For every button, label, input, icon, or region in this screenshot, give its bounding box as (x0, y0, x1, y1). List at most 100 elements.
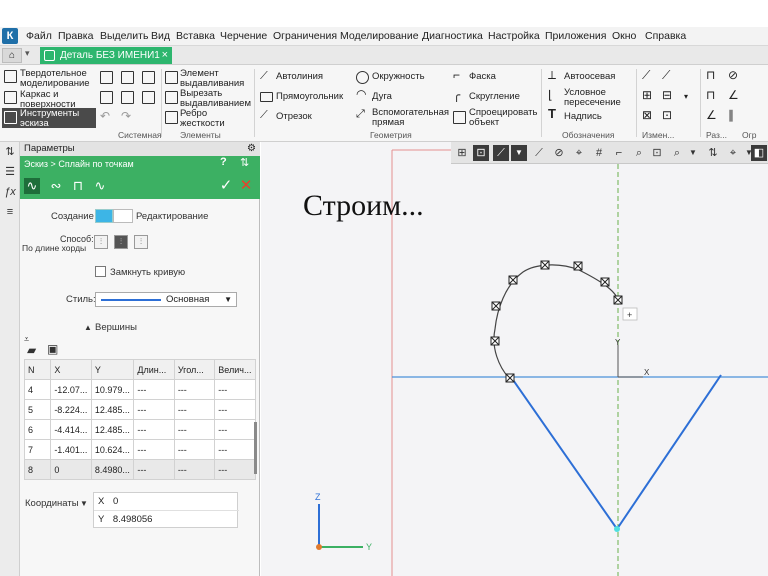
aux-line-button[interactable]: Вспомогательная прямая (372, 108, 449, 128)
close-tab-icon[interactable]: × (162, 47, 168, 64)
cancel-icon[interactable]: ✕ (238, 178, 254, 194)
table-row[interactable]: 7 -1.401... 10.624... --- --- --- (23, 439, 256, 460)
group-annotation-label: Обозначения (562, 130, 615, 140)
nurbs-icon[interactable]: ∿ (92, 178, 108, 194)
menu-constraints[interactable]: Ограничения (273, 30, 337, 42)
coord-x-field[interactable]: X 0 (94, 493, 239, 511)
help-icon[interactable]: ? (220, 156, 227, 168)
fillet-button[interactable]: Скругление (469, 92, 520, 102)
parameters-icon[interactable]: ⇅ (4, 146, 16, 158)
table-row[interactable]: 5 -8.224... 12.485... --- --- --- (23, 399, 256, 420)
creation-toggle[interactable] (95, 209, 113, 223)
spline-poles-icon[interactable]: ∾ (48, 178, 64, 194)
open-icon[interactable] (121, 71, 134, 84)
layers-icon[interactable]: ≡ (4, 206, 16, 218)
tab-dropdown-icon[interactable]: ▾ (25, 48, 30, 59)
menu-modeling[interactable]: Моделирование (340, 30, 419, 42)
segment-icon: ⟋ (260, 109, 268, 121)
table-row-selected[interactable]: 8 0 8.4980... --- --- --- (23, 459, 256, 480)
coord-y-field[interactable]: Y 8.498056 (94, 511, 239, 529)
tree-icon[interactable]: ☰ (4, 166, 16, 178)
menu-select[interactable]: Выделить (100, 30, 148, 42)
constraint-parallel-icon[interactable]: ∥ (728, 109, 734, 121)
menu-diagnostics[interactable]: Диагностика (422, 30, 483, 42)
autoaxis-button[interactable]: Автоосевая (564, 72, 615, 82)
rotate-icon[interactable]: ⊟ (662, 89, 672, 101)
undo-icon[interactable]: ↶ (100, 110, 110, 122)
vertex-point (614, 526, 620, 532)
rectangle-button[interactable]: Прямоугольник (276, 92, 343, 102)
close-curve-checkbox[interactable] (95, 266, 106, 277)
coordinates-dropdown-icon[interactable]: ▼ (80, 499, 88, 508)
menu-settings[interactable]: Настройка (488, 30, 540, 42)
spline-points-icon[interactable]: ∿ (24, 178, 40, 194)
home-icon[interactable]: ⌂ (2, 48, 22, 63)
project-button[interactable]: Спроецировать объект (469, 108, 541, 128)
linear-size-icon[interactable]: ⊓ (706, 69, 715, 81)
coordinates-field: X 0 Y 8.498056 (93, 492, 239, 529)
group-edit-expand-icon[interactable]: ▾ (684, 92, 688, 102)
variables-icon[interactable]: ƒx (4, 186, 16, 198)
coord-x-value: 0 (112, 496, 119, 507)
print-icon[interactable] (100, 91, 113, 104)
save-table-icon[interactable]: ▣ (47, 342, 58, 356)
method-uniform-icon[interactable]: ⫶ (94, 235, 108, 249)
split-icon[interactable]: ⟋ (662, 69, 670, 81)
chamfer-button[interactable]: Фаска (469, 72, 496, 82)
bezier-icon[interactable]: ⊓ (70, 178, 86, 194)
rib-button[interactable]: Ребро жесткости (180, 109, 240, 129)
move-icon[interactable]: ⊞ (642, 89, 652, 101)
circle-button[interactable]: Окружность (372, 72, 425, 82)
extrude-button[interactable]: Элемент выдавливания (180, 69, 250, 89)
collapse-icon[interactable]: ▲ (84, 323, 92, 332)
breadcrumb: Эскиз > Сплайн по точкам (24, 159, 134, 169)
mode-wireframe[interactable]: Каркас и поверхности (20, 90, 80, 110)
paste-icon[interactable] (142, 91, 155, 104)
table-row[interactable]: 6 -4.414... 12.485... --- --- --- (23, 419, 256, 440)
table-scrollbar[interactable] (254, 422, 257, 474)
menu-view[interactable]: Вид (151, 30, 170, 42)
fillet-icon: ╭ (453, 88, 461, 102)
table-row[interactable]: 4 -12.07... 10.979... --- --- --- (23, 379, 256, 400)
method-centripetal-icon[interactable]: ⫶ (134, 235, 148, 249)
constraint-icon[interactable]: ⊘ (728, 69, 738, 81)
radial-size-icon[interactable]: ⊓ (706, 89, 715, 101)
menu-edit[interactable]: Правка (58, 30, 93, 42)
segment-button[interactable]: Отрезок (276, 112, 312, 122)
autoline-button[interactable]: Автолиния (276, 72, 323, 82)
menu-window[interactable]: Окно (612, 30, 636, 42)
vertices-label: Вершины (95, 322, 137, 333)
v-polyline (510, 374, 722, 531)
text-button[interactable]: Надпись (564, 112, 602, 122)
copy-icon[interactable] (121, 91, 134, 104)
method-chord-icon[interactable]: ⫶ (114, 235, 128, 249)
drawing-canvas[interactable]: ⊞ ⊡ ⟋ ▼ ⟋ ⊘ ⌖ # ⌐ ⌕ ⊡ ⌕ ▼ ⇅ ⌖ ▼ ◧ + Y X … (261, 142, 768, 576)
mode-sketch-tools[interactable]: Инструменты эскиза (2, 108, 96, 129)
cut-extrude-button[interactable]: Вырезать выдавливанием (180, 89, 252, 109)
intersection-button[interactable]: Условное пересечение (564, 88, 634, 108)
menu-help[interactable]: Справка (645, 30, 686, 42)
mirror-icon[interactable]: ⊡ (662, 109, 672, 121)
scale-icon[interactable]: ⊠ (642, 109, 652, 121)
menu-apps[interactable]: Приложения (545, 30, 606, 42)
col-length: Длин... (133, 359, 175, 380)
open-folder-icon[interactable]: ▰ (27, 343, 36, 357)
new-icon[interactable] (100, 71, 113, 84)
trim-icon[interactable]: ⟋ (642, 69, 650, 81)
menu-drawing[interactable]: Черчение (220, 30, 267, 42)
panel-settings-icon[interactable]: ⚙ (247, 142, 256, 156)
arc-button[interactable]: Дуга (372, 92, 392, 102)
style-select[interactable]: Основная ▼ (95, 292, 237, 307)
control-point (505, 373, 515, 383)
pin-icon[interactable]: ⇅ (240, 156, 249, 169)
confirm-icon[interactable]: ✓ (218, 178, 234, 194)
menu-file[interactable]: Файл (26, 30, 52, 42)
constraint-angle-icon[interactable]: ∠ (728, 89, 739, 101)
document-tab[interactable]: Деталь БЕЗ ИМЕНИ1 × (40, 47, 172, 64)
mode-solid-modeling[interactable]: Твердотельное моделирование (20, 69, 96, 89)
editing-toggle[interactable] (113, 209, 133, 223)
save-icon[interactable] (142, 71, 155, 84)
redo-icon[interactable]: ↷ (121, 110, 131, 122)
angle-size-icon[interactable]: ∠ (706, 109, 717, 121)
menu-insert[interactable]: Вставка (176, 30, 215, 42)
